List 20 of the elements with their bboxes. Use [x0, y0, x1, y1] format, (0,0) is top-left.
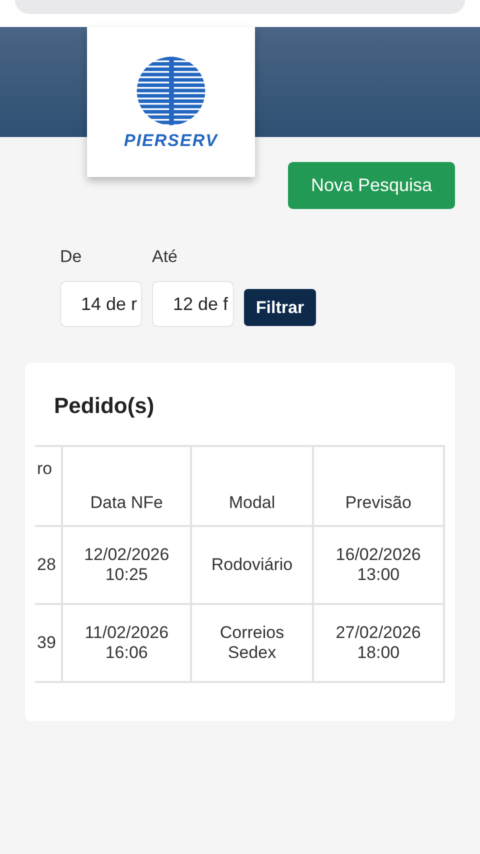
date-label: De [60, 247, 83, 267]
card-title: Pedido(s) [54, 393, 156, 419]
date-field[interactable]: 14 de r [60, 281, 142, 327]
logo-text: PIERSERV [124, 131, 218, 151]
date-label: Até [152, 247, 179, 267]
column-header: Modal [191, 446, 313, 526]
new-search-button[interactable]: Nova Pesquisa [288, 162, 455, 209]
date-field[interactable]: 12 de f [152, 281, 234, 327]
column-header: Data NFe [62, 446, 192, 526]
table-cell: 39 [35, 604, 62, 682]
column-header: Previsão [312, 446, 444, 526]
table-cell: 12/02/2026 10:25 [62, 526, 192, 604]
column-header: ro [35, 446, 62, 526]
table-cell: 27/02/2026 18:00 [312, 604, 444, 682]
table-cell: Rodoviário [191, 526, 313, 604]
table-cell: Correios Sedex [191, 604, 313, 682]
table-cell: 28 [35, 526, 62, 604]
table-cell: 16/02/2026 13:00 [312, 526, 444, 604]
filter-button[interactable]: Filtrar [244, 289, 316, 326]
table-cell: 11/02/2026 16:06 [62, 604, 192, 682]
